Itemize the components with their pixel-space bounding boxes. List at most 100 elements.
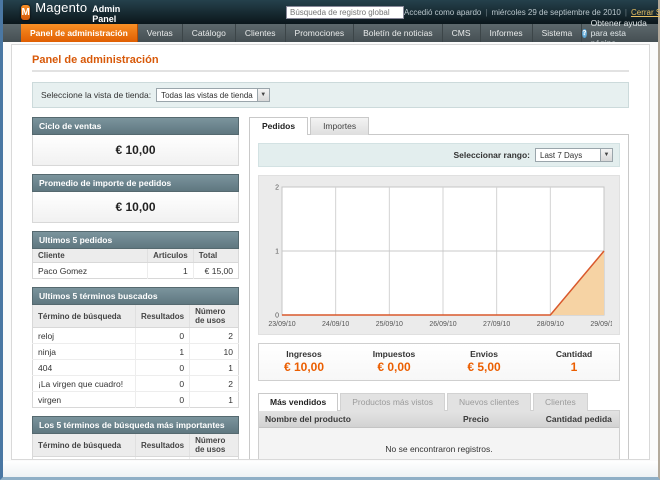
nav-item-reports[interactable]: Informes	[481, 24, 533, 42]
col-header-customer: Cliente	[33, 249, 148, 263]
help-icon: ?	[582, 29, 586, 38]
table-row[interactable]: ¡La virgen que cuadro! 0 2	[33, 376, 239, 392]
tab-customers[interactable]: Clientes	[533, 393, 588, 411]
average-orders-box: Promedio de importe de pedidos € 10,00	[32, 174, 239, 223]
col-header-price: Precio	[457, 411, 540, 427]
magento-logo: M Magento Admin Panel	[21, 0, 126, 24]
svg-text:25/09/10: 25/09/10	[376, 321, 403, 328]
logout-link[interactable]: Cerrar Sesión	[631, 8, 660, 17]
cell-uses: 1	[190, 392, 239, 408]
nav-item-dashboard[interactable]: Panel de administración	[21, 24, 138, 42]
session-info: Accedió como apardo | miércoles 29 de se…	[404, 8, 660, 17]
svg-text:2: 2	[275, 185, 279, 192]
nav-item-cms[interactable]: CMS	[443, 24, 481, 42]
tab-amounts[interactable]: Importes	[310, 117, 369, 135]
total-shipping: Envios € 5,00	[439, 349, 529, 374]
cell-term: ninja	[33, 457, 136, 461]
cell-uses: 2	[190, 376, 239, 392]
tab-orders[interactable]: Pedidos	[249, 117, 308, 135]
cell-term: ninja	[33, 344, 136, 360]
average-orders-value: € 10,00	[32, 192, 239, 223]
range-select[interactable]: Last 7 Days ▼	[535, 148, 613, 162]
lifetime-sales-value: € 10,00	[32, 135, 239, 166]
store-switcher-bar: Seleccione la vista de tienda: Todas las…	[32, 82, 629, 108]
total-quantity-label: Cantidad	[529, 349, 619, 359]
table-row[interactable]: virgen 0 1	[33, 392, 239, 408]
store-switcher-label: Seleccione la vista de tienda:	[41, 90, 151, 100]
table-row[interactable]: 404 0 1	[33, 360, 239, 376]
chevron-down-icon: ▼	[600, 149, 612, 161]
totals-bar: Ingresos € 10,00 Impuestos € 0,00 Envios…	[258, 343, 620, 381]
top-header: M Magento Admin Panel Accedió como apard…	[3, 0, 658, 24]
svg-text:1: 1	[275, 249, 279, 256]
range-label: Seleccionar rango:	[453, 150, 530, 160]
chart-tabs: Pedidos Importes	[249, 117, 629, 134]
bottom-tabs: Más vendidos Productos más vistos Nuevos…	[258, 393, 620, 410]
col-header-results: Resultados	[136, 305, 190, 328]
col-header-term: Término de búsqueda	[33, 434, 136, 457]
total-quantity-value: 1	[529, 360, 619, 374]
nav-item-system[interactable]: Sistema	[533, 24, 583, 42]
cell-items: 1	[148, 263, 194, 279]
lifetime-sales-box: Ciclo de ventas € 10,00	[32, 117, 239, 166]
magento-logo-icon: M	[21, 5, 30, 20]
table-row[interactable]: Paco Gomez 1 € 15,00	[33, 263, 239, 279]
logo-brand-text: Magento	[35, 0, 87, 15]
cell-customer: Paco Gomez	[33, 263, 148, 279]
global-search-input[interactable]	[286, 6, 404, 19]
col-header-results: Resultados	[136, 434, 190, 457]
svg-text:23/09/10: 23/09/10	[268, 321, 295, 328]
col-header-term: Término de búsqueda	[33, 305, 136, 328]
global-search	[286, 6, 404, 19]
orders-area-chart: 01223/09/1024/09/1025/09/1026/09/1027/09…	[266, 181, 612, 331]
col-header-uses: Número de usos	[190, 305, 239, 328]
last-search-terms-table: Término de búsqueda Resultados Número de…	[32, 305, 239, 408]
bestsellers-grid: Nombre del producto Precio Cantidad pedi…	[258, 410, 620, 460]
nav-item-customers[interactable]: Clientes	[236, 24, 286, 42]
svg-text:28/09/10: 28/09/10	[537, 321, 564, 328]
cell-uses: 1	[190, 360, 239, 376]
total-quantity: Cantidad 1	[529, 349, 619, 374]
logged-in-as: Accedió como apardo	[404, 8, 481, 17]
top-search-terms-box: Los 5 términos de búsqueda más important…	[32, 416, 239, 460]
table-row[interactable]: ninja 1 10	[33, 457, 239, 461]
cell-results: 1	[136, 457, 190, 461]
col-header-uses: Número de usos	[190, 434, 239, 457]
table-row[interactable]: ninja 1 10	[33, 344, 239, 360]
last-orders-table: Cliente Articulos Total Paco Gomez 1 € 1…	[32, 249, 239, 279]
content-outer: Panel de administración Seleccione la vi…	[3, 42, 658, 461]
tab-new-customers[interactable]: Nuevos clientes	[447, 393, 531, 411]
last-orders-title: Ultimos 5 pedidos	[32, 231, 239, 249]
admin-window: M Magento Admin Panel Accedió como apard…	[0, 0, 660, 480]
nav-item-promotions[interactable]: Promociones	[286, 24, 355, 42]
grid-header-row: Nombre del producto Precio Cantidad pedi…	[259, 411, 619, 428]
top-search-terms-title: Los 5 términos de búsqueda más important…	[32, 416, 239, 434]
total-revenue-value: € 10,00	[259, 360, 349, 374]
nav-item-catalog[interactable]: Catálogo	[183, 24, 236, 42]
store-view-select[interactable]: Todas las vistas de tienda ▼	[156, 88, 270, 102]
col-header-product: Nombre del producto	[259, 411, 457, 427]
svg-text:0: 0	[275, 313, 279, 320]
tab-most-viewed[interactable]: Productos más vistos	[340, 393, 445, 411]
col-header-items: Articulos	[148, 249, 194, 263]
nav-item-sales[interactable]: Ventas	[138, 24, 183, 42]
help-link[interactable]: ? Obtener ayuda para esta página	[582, 24, 658, 42]
tab-bestsellers[interactable]: Más vendidos	[258, 393, 338, 411]
cell-results: 1	[136, 344, 190, 360]
last-orders-box: Ultimos 5 pedidos Cliente Articulos Tota…	[32, 231, 239, 279]
lifetime-sales-title: Ciclo de ventas	[32, 117, 239, 135]
total-shipping-label: Envios	[439, 349, 529, 359]
cell-term: virgen	[33, 392, 136, 408]
svg-text:29/09/10: 29/09/10	[590, 321, 612, 328]
table-row[interactable]: reloj 0 2	[33, 328, 239, 344]
cell-term: reloj	[33, 328, 136, 344]
cell-results: 0	[136, 328, 190, 344]
total-revenue: Ingresos € 10,00	[259, 349, 349, 374]
col-header-total: Total	[193, 249, 238, 263]
last-search-terms-box: Ultimos 5 términos buscados Término de b…	[32, 287, 239, 408]
nav-item-newsletter[interactable]: Boletín de noticias	[354, 24, 442, 42]
grid-empty-message: No se encontraron registros.	[259, 428, 619, 460]
last-search-terms-title: Ultimos 5 términos buscados	[32, 287, 239, 305]
cell-uses: 10	[190, 344, 239, 360]
cell-term: 404	[33, 360, 136, 376]
